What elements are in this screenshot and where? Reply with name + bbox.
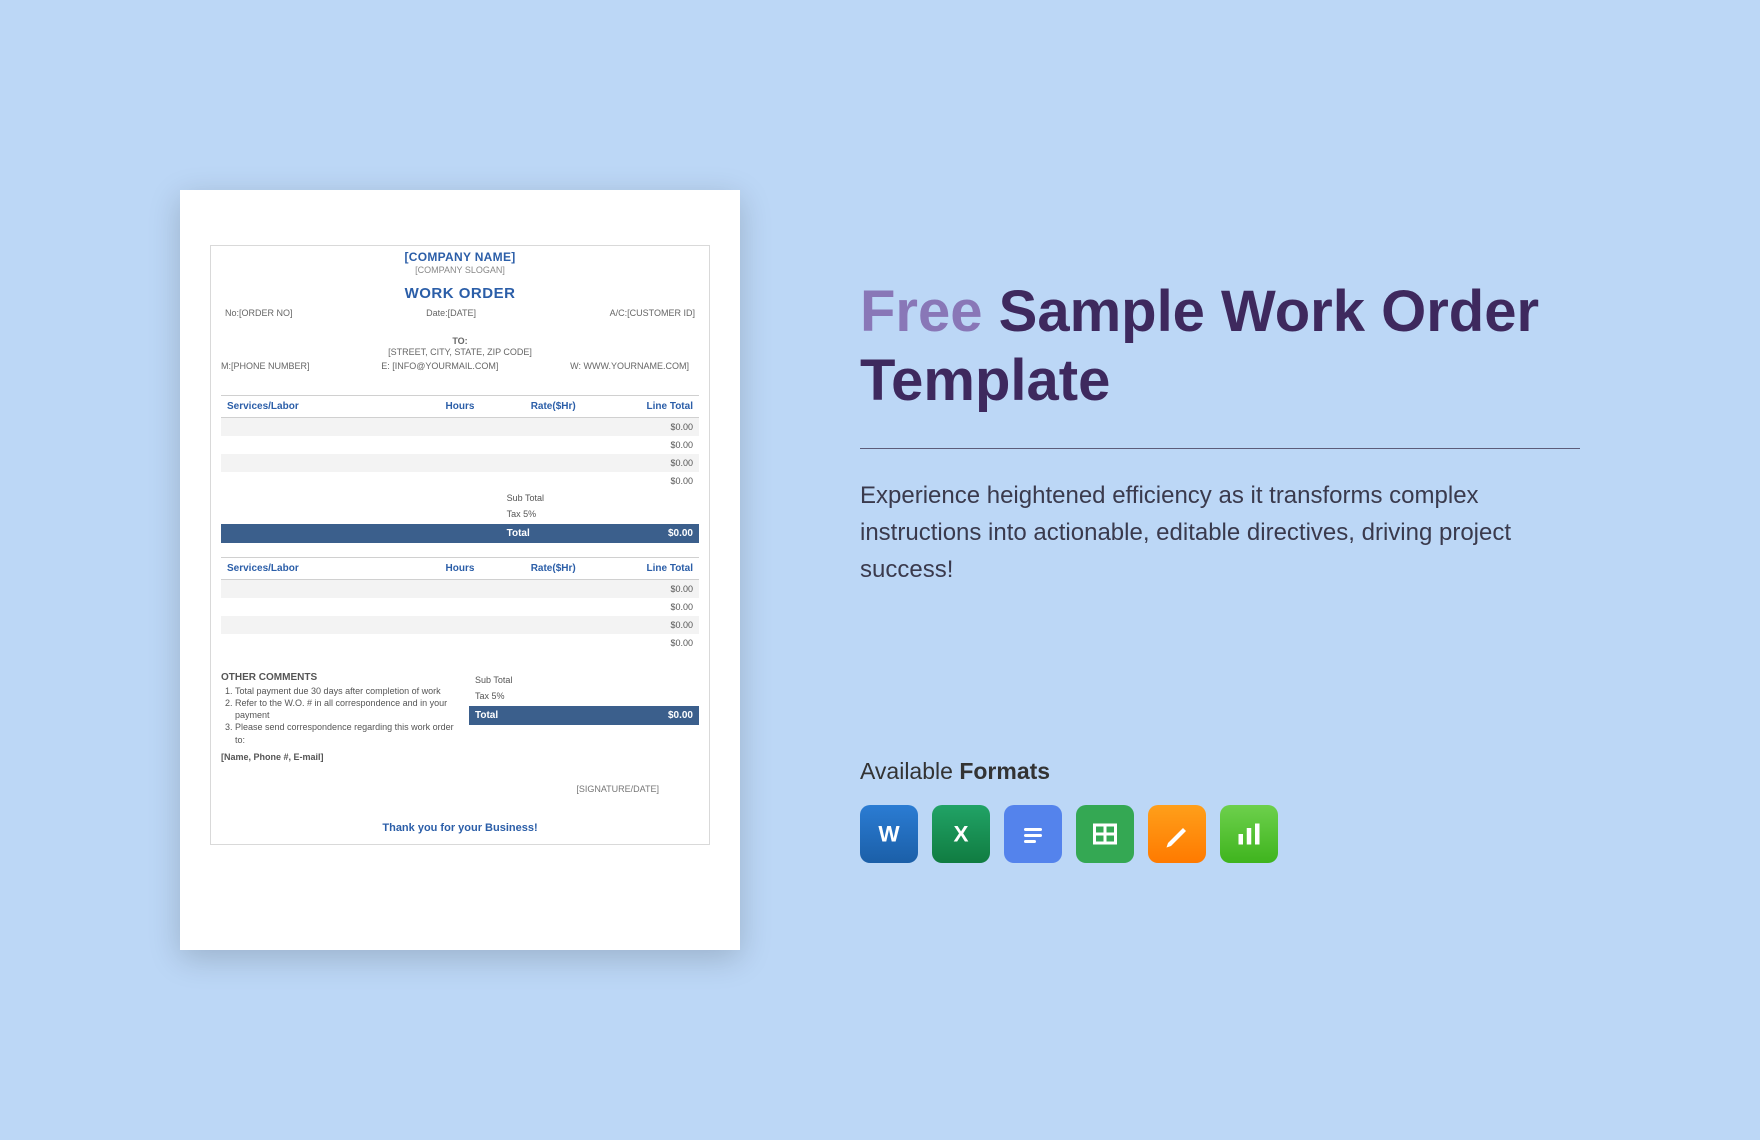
pages-icon[interactable] — [1148, 805, 1206, 863]
google-sheets-icon[interactable] — [1076, 805, 1134, 863]
thank-you: Thank you for your Business! — [221, 822, 699, 834]
to-block: TO: [STREET, CITY, STATE, ZIP CODE] — [221, 336, 699, 357]
comment-item: Total payment due 30 days after completi… — [235, 685, 457, 697]
order-meta-row: No:[ORDER NO] Date:[DATE] A/C:[CUSTOMER … — [221, 308, 699, 318]
total-bar: Total$0.00 — [469, 706, 699, 725]
svg-text:X: X — [953, 822, 968, 847]
subtotal-row: Sub Total — [469, 672, 699, 688]
table-row: $0.00 — [221, 580, 699, 598]
word-icon[interactable]: W — [860, 805, 918, 863]
col-services: Services/Labor — [227, 563, 413, 574]
doc-border: [COMPANY NAME] [COMPANY SLOGAN] WORK ORD… — [210, 245, 710, 845]
description: Experience heightened efficiency as it t… — [860, 477, 1580, 589]
formats-label-2: Formats — [959, 758, 1050, 784]
table-row: $0.00 — [221, 418, 699, 436]
col-linetotal: Line Total — [600, 401, 693, 412]
formats-label: Available Formats — [860, 758, 1580, 785]
comment-item: Refer to the W.O. # in all correspondenc… — [235, 697, 457, 721]
comments-totals-block: OTHER COMMENTS Total payment due 30 days… — [221, 672, 699, 762]
page-title: Free Sample Work Order Template — [860, 277, 1580, 416]
table-row: $0.00 — [221, 436, 699, 454]
svg-text:W: W — [878, 822, 900, 847]
subtotal-row: Sub Total — [221, 490, 699, 506]
col-rate: Rate($Hr) — [507, 401, 600, 412]
table-row: $0.00 — [221, 616, 699, 634]
contact-row: M:[PHONE NUMBER] E: [INFO@YOURMAIL.COM] … — [221, 361, 699, 371]
info-panel: Free Sample Work Order Template Experien… — [860, 277, 1580, 864]
comments-list: Total payment due 30 days after completi… — [221, 685, 457, 746]
table-row: $0.00 — [221, 472, 699, 490]
company-slogan: [COMPANY SLOGAN] — [221, 265, 699, 275]
order-ac: A/C:[CUSTOMER ID] — [610, 308, 695, 318]
format-icons-row: W X — [860, 805, 1580, 863]
signature-line: [SIGNATURE/DATE] — [221, 784, 699, 794]
numbers-icon[interactable] — [1220, 805, 1278, 863]
company-name: [COMPANY NAME] — [221, 250, 699, 264]
to-label: TO: — [221, 336, 699, 346]
comments-block: OTHER COMMENTS Total payment due 30 days… — [221, 672, 457, 762]
services-table-1: Services/Labor Hours Rate($Hr) Line Tota… — [221, 395, 699, 543]
table-row: $0.00 — [221, 454, 699, 472]
contact-email: E: [INFO@YOURMAIL.COM] — [381, 361, 498, 371]
title-free: Free — [860, 279, 983, 344]
table-row: $0.00 — [221, 634, 699, 652]
col-hours: Hours — [413, 401, 506, 412]
tax-row: Tax 5% — [469, 688, 699, 704]
col-linetotal: Line Total — [600, 563, 693, 574]
tax-row: Tax 5% — [221, 506, 699, 522]
document-preview: [COMPANY NAME] [COMPANY SLOGAN] WORK ORD… — [180, 190, 740, 950]
to-address: [STREET, CITY, STATE, ZIP CODE] — [221, 347, 699, 357]
col-services: Services/Labor — [227, 401, 413, 412]
comments-heading: OTHER COMMENTS — [221, 672, 457, 683]
col-hours: Hours — [413, 563, 506, 574]
contact-web: W: WWW.YOURNAME.COM] — [570, 361, 689, 371]
services-table-2: Services/Labor Hours Rate($Hr) Line Tota… — [221, 557, 699, 652]
table-header: Services/Labor Hours Rate($Hr) Line Tota… — [221, 395, 699, 418]
name-placeholder: [Name, Phone #, E-mail] — [221, 752, 457, 762]
work-order-title: WORK ORDER — [221, 285, 699, 302]
order-date: Date:[DATE] — [426, 308, 476, 318]
col-rate: Rate($Hr) — [507, 563, 600, 574]
formats-label-1: Available — [860, 758, 959, 784]
comment-item: Please send correspondence regarding thi… — [235, 721, 457, 745]
title-divider — [860, 448, 1580, 449]
contact-phone: M:[PHONE NUMBER] — [221, 361, 310, 371]
table-row: $0.00 — [221, 598, 699, 616]
table-header: Services/Labor Hours Rate($Hr) Line Tota… — [221, 557, 699, 580]
google-docs-icon[interactable] — [1004, 805, 1062, 863]
second-totals: Sub Total Tax 5% Total$0.00 — [469, 672, 699, 762]
order-no: No:[ORDER NO] — [225, 308, 293, 318]
total-bar: Total$0.00 — [221, 524, 699, 543]
excel-icon[interactable]: X — [932, 805, 990, 863]
